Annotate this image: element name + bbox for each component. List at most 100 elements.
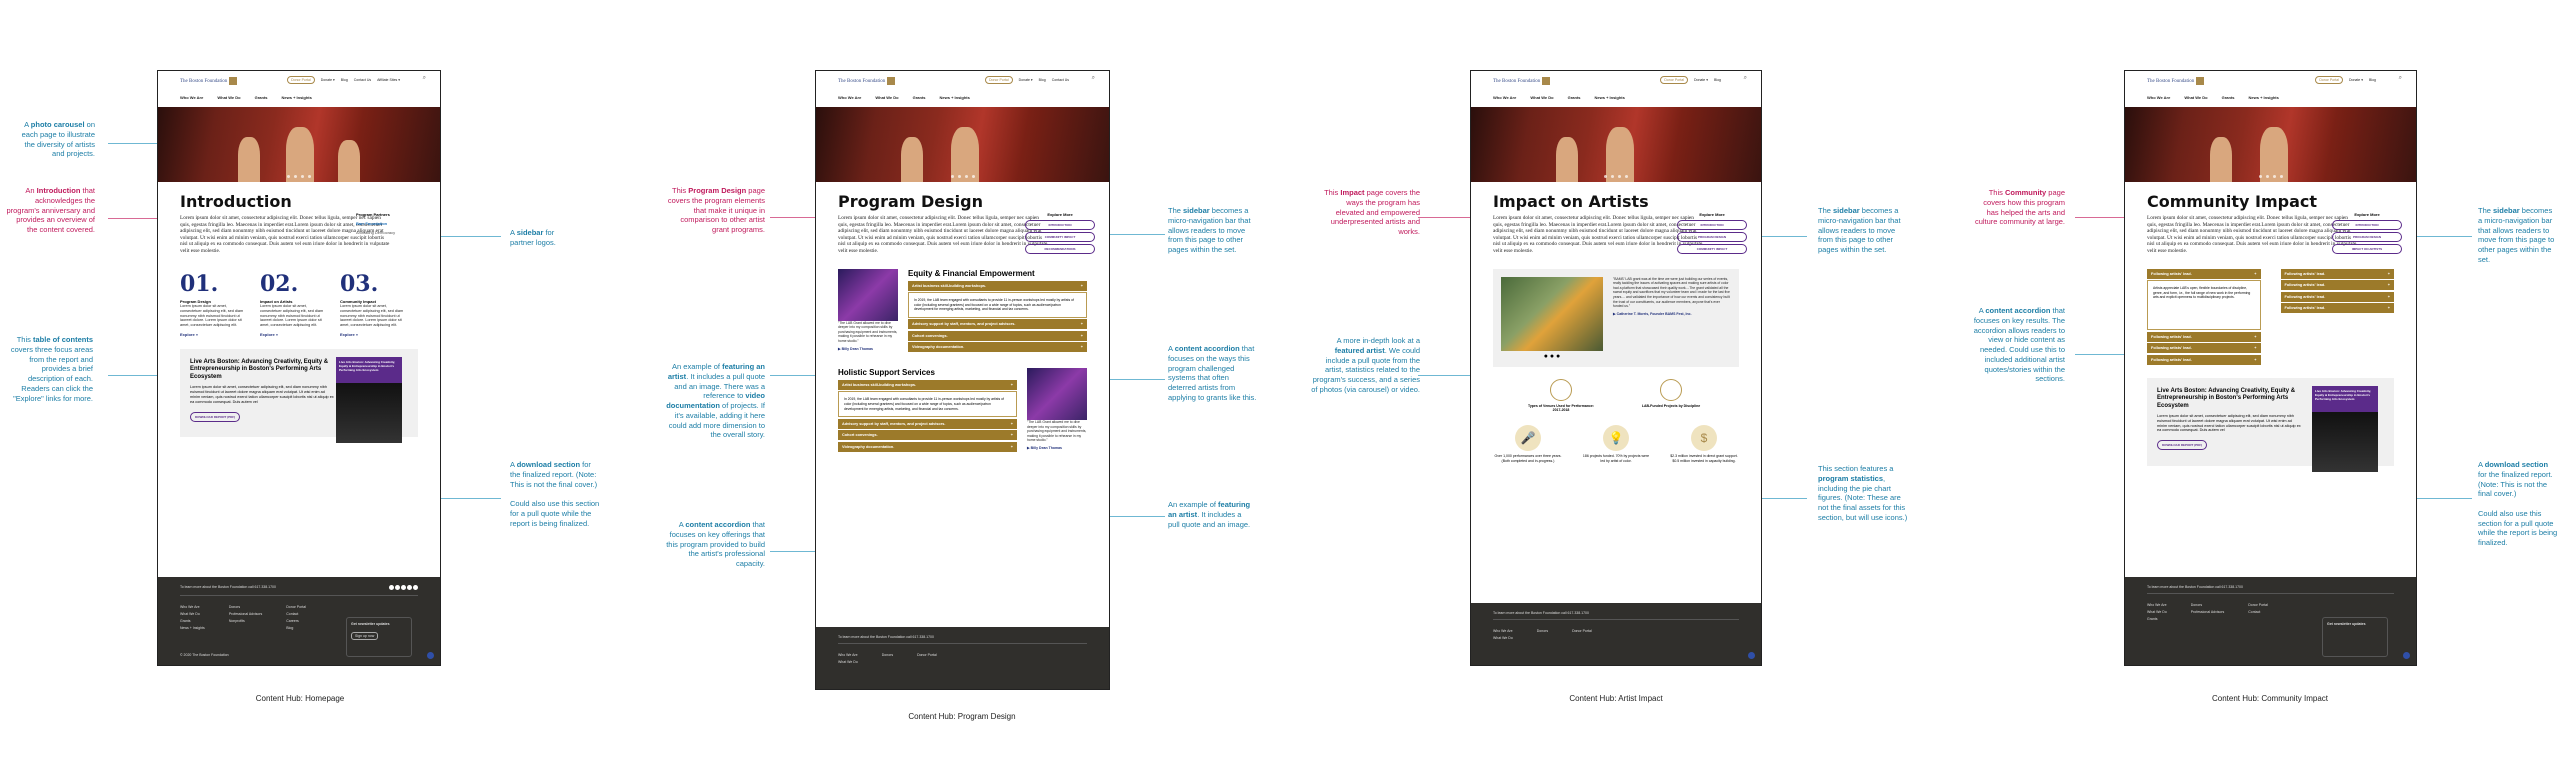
caption-homepage: Content Hub: Homepage xyxy=(255,694,345,703)
program-statistics: 🎤 Over 1,000 performances over three year… xyxy=(1493,425,1739,463)
pie-chart-icon xyxy=(1660,378,1682,401)
connector xyxy=(108,375,158,376)
newsletter-box: Get newsletter updatesSign up now xyxy=(346,617,412,657)
photo-carousel[interactable] xyxy=(1471,107,1761,182)
featured-artist: ● ● ● "BAMS' LAB grant was at the time w… xyxy=(1493,268,1739,367)
search-icon[interactable]: ⌕ xyxy=(1744,75,1747,82)
connector xyxy=(441,236,501,237)
signup-button[interactable]: Sign up now xyxy=(351,632,379,640)
artist-photo xyxy=(838,268,898,321)
site-header: The Boston Foundation Donor Portal Donat… xyxy=(158,71,440,107)
nav-who-we-are[interactable]: Who We Are xyxy=(180,95,203,100)
download-report-button[interactable]: DOWNLOAD REPORT (PDF) xyxy=(2157,440,2208,451)
results-accordion: Following artists' lead. + Artists apprec… xyxy=(2147,268,2394,367)
partner-logo-barr: Barr Foundation xyxy=(356,221,388,226)
logo[interactable]: The Boston Foundation xyxy=(180,77,238,85)
artist-photo[interactable] xyxy=(1501,276,1603,351)
site-footer: To learn more about the Boston Foundatio… xyxy=(158,577,440,665)
page-title: Program Design xyxy=(838,192,983,211)
topnav-contact[interactable]: Contact Us xyxy=(354,78,371,82)
chat-icon[interactable] xyxy=(2403,652,2410,659)
annotation-sidebar-logos: A sidebar for partner logos. xyxy=(510,228,556,247)
accordion-equity: Equity & Financial Empowerment Artist bu… xyxy=(908,269,1087,354)
annotation-sidebar-nav: The sidebar becomes a micro-navigation b… xyxy=(1168,206,1251,254)
explore-more-sidebar: Explore More INTRODUCTION PROGRAM DESIGN… xyxy=(2332,212,2402,256)
page-title: Introduction xyxy=(180,192,292,211)
annotation-accordion-ci: A content accordion that focuses on key … xyxy=(1973,306,2065,384)
nav-news[interactable]: News + Insights xyxy=(282,95,312,100)
explore-more-sidebar: Explore More INTRODUCTION PROGRAM DESIGN… xyxy=(1677,212,1747,256)
connector xyxy=(441,498,501,499)
accordion-holistic: Holistic Support Services Artist busines… xyxy=(838,368,1017,453)
microphone-icon: 🎤 xyxy=(1515,425,1541,452)
top-nav: Donor Portal Donate ▾ Blog Contact Us Af… xyxy=(287,76,400,84)
explore-link[interactable]: Explore » xyxy=(340,332,406,337)
carousel-dots[interactable] xyxy=(287,175,311,178)
explore-pill[interactable]: COMMUNITY IMPACT xyxy=(1025,232,1095,242)
nav-grants[interactable]: Grants xyxy=(255,95,268,100)
explore-pill[interactable]: RECOMMENDATIONS xyxy=(1025,244,1095,254)
photo-carousel[interactable] xyxy=(816,107,1109,182)
artist-photo xyxy=(1027,367,1087,420)
connector xyxy=(770,551,815,552)
page-artist-impact: The Boston Foundation Donor Portal Donate… xyxy=(1470,70,1762,666)
connector xyxy=(770,375,815,376)
annotation-featured-artist: A more in-depth look at a featured artis… xyxy=(1311,336,1420,394)
annotation-impact: This Impact page covers the ways the pro… xyxy=(1324,188,1420,236)
money-bag-icon: $ xyxy=(1691,425,1717,452)
donor-portal-button[interactable]: Donor Portal xyxy=(287,76,315,84)
annotation-sidebar-nav: The sidebar becomes a micro-navigation b… xyxy=(2478,206,2555,264)
page-community-impact: The Boston Foundation Donor Portal Donate… xyxy=(2124,70,2417,666)
page-title: Community Impact xyxy=(2147,192,2317,211)
partner-logo-animating: Animating Democracy xyxy=(356,230,396,235)
site-footer: To learn more about the Boston Foundatio… xyxy=(1471,603,1761,665)
annotation-download: A download section for the finalized rep… xyxy=(510,460,600,528)
annotation-download: A download section for the finalized rep… xyxy=(2478,460,2558,547)
connector xyxy=(770,217,815,218)
accordion-header[interactable]: Videography documentation. + xyxy=(908,342,1087,353)
topnav-blog[interactable]: Blog xyxy=(341,78,348,82)
explore-link[interactable]: Explore » xyxy=(180,332,246,337)
pie-charts: Types of Venues Used for Performance: 20… xyxy=(1493,378,1739,413)
table-of-contents: 01. Program Design Lorem ipsum dolor sit a… xyxy=(180,271,418,338)
partner-sidebar: Program Partners Barr Foundation Animati… xyxy=(356,212,426,235)
annotation-community: This Community page covers how this prog… xyxy=(1974,188,2065,227)
annotation-intro: An Introduction that acknowledges the pr… xyxy=(6,186,95,234)
photo-carousel[interactable] xyxy=(2125,107,2416,182)
download-section: Live Arts Boston: Advancing Creativity, … xyxy=(2147,378,2394,473)
video-link[interactable]: ▶ Billy Dean Thomas xyxy=(838,347,898,351)
annotation-sidebar-nav: The sidebar becomes a micro-navigation b… xyxy=(1818,206,1901,254)
explore-more-sidebar: Explore More INTRODUCTION COMMUNITY IMPA… xyxy=(1025,212,1095,256)
chat-icon[interactable] xyxy=(427,652,434,659)
annotation-toc: This table of contents covers three focu… xyxy=(10,335,93,403)
site-footer: To learn more about the Boston Foundatio… xyxy=(2125,577,2416,665)
accordion-header[interactable]: Advisory support by staff, mentors, and … xyxy=(908,319,1087,330)
explore-pill[interactable]: INTRODUCTION xyxy=(1025,220,1095,230)
download-section: Live Arts Boston: Advancing Creativity, … xyxy=(180,349,418,444)
accordion-header[interactable]: Artist business skill-building workshops… xyxy=(908,280,1087,291)
topnav-affiliates[interactable]: Affiliate Sites ▾ xyxy=(377,78,400,82)
page-title: Impact on Artists xyxy=(1493,192,1649,211)
topnav-donate[interactable]: Donate ▾ xyxy=(321,78,335,82)
annotation-stats: This section features a program statisti… xyxy=(1818,464,1908,522)
carousel-dots[interactable]: ● ● ● xyxy=(1501,353,1603,360)
nav-what-we-do[interactable]: What We Do xyxy=(217,95,240,100)
download-report-button[interactable]: DOWNLOAD REPORT (PDF) xyxy=(190,411,241,422)
lightbulb-icon: 💡 xyxy=(1603,425,1629,452)
chat-icon[interactable] xyxy=(1748,652,1755,659)
search-icon[interactable]: ⌕ xyxy=(423,75,426,82)
accordion-header[interactable]: Cohort convenings. + xyxy=(908,330,1087,341)
annotation-accordion-pd: A content accordion that focuses on key … xyxy=(666,520,765,568)
report-cover: Live Arts Boston: Advancing Creativity, … xyxy=(336,357,402,444)
site-footer: To learn more about the Boston Foundatio… xyxy=(816,627,1109,689)
annotation-accordion-right: A content accordion that focuses on the … xyxy=(1168,344,1257,402)
annotation-featuring2: An example of featuring an artist. It in… xyxy=(1168,500,1251,529)
annotation-carousel: A photo carousel on each page to illustr… xyxy=(21,120,95,159)
page-homepage: The Boston Foundation Donor Portal Donat… xyxy=(157,70,441,666)
pie-chart-icon xyxy=(1550,378,1572,401)
search-icon[interactable]: ⌕ xyxy=(1092,75,1095,82)
explore-link[interactable]: Explore » xyxy=(260,332,326,337)
photo-carousel[interactable] xyxy=(158,107,440,182)
annotation-program-design: This Program Design page covers the prog… xyxy=(667,186,765,234)
search-icon[interactable]: ⌕ xyxy=(2399,75,2402,82)
